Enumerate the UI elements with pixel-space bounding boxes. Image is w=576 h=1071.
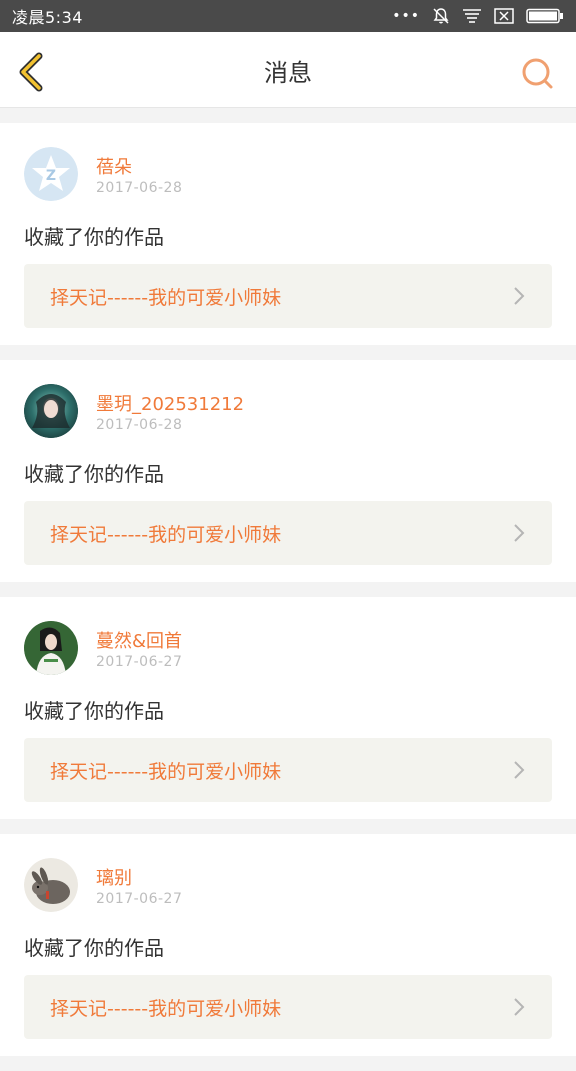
message-card: Z 蓓朵 2017-06-28 收藏了你的作品 择天记------我的可爱小师妹 bbox=[0, 123, 576, 345]
chevron-right-icon bbox=[512, 285, 526, 307]
qq-default-avatar-icon: Z bbox=[24, 147, 78, 201]
message-card: 璃别 2017-06-27 收藏了你的作品 择天记------我的可爱小师妹 bbox=[0, 834, 576, 1056]
work-title: 择天记------我的可爱小师妹 bbox=[50, 997, 282, 1020]
username[interactable]: 蔓然&回首 bbox=[96, 627, 182, 653]
status-time: 凌晨5:34 bbox=[12, 8, 83, 27]
photo-avatar-girl-teal-icon bbox=[24, 384, 78, 438]
username[interactable]: 蓓朵 bbox=[96, 153, 132, 179]
action-text: 收藏了你的作品 bbox=[24, 462, 164, 486]
svg-text:Z: Z bbox=[46, 168, 56, 184]
signal-dots: ••• bbox=[392, 8, 420, 24]
status-bar: 凌晨5:34 ••• bbox=[0, 0, 576, 32]
back-button[interactable] bbox=[14, 52, 50, 96]
work-title: 择天记------我的可爱小师妹 bbox=[50, 523, 282, 546]
photo-avatar-girl-green-icon bbox=[24, 621, 78, 675]
battery-icon bbox=[526, 8, 564, 24]
notification-lines-icon bbox=[462, 8, 482, 24]
message-list: Z 蓓朵 2017-06-28 收藏了你的作品 择天记------我的可爱小师妹 bbox=[0, 123, 576, 1071]
photo-avatar-rabbit-icon bbox=[24, 858, 78, 912]
message-date: 2017-06-28 bbox=[96, 180, 183, 196]
chevron-left-icon bbox=[17, 52, 47, 96]
message-card: 墨玥_202531212 2017-06-28 收藏了你的作品 择天记-----… bbox=[0, 360, 576, 582]
app-header: 消息 bbox=[0, 32, 576, 108]
status-icons: ••• bbox=[392, 7, 564, 25]
avatar[interactable] bbox=[24, 621, 78, 675]
bell-muted-icon bbox=[432, 7, 450, 25]
message-date: 2017-06-28 bbox=[96, 417, 183, 433]
action-text: 收藏了你的作品 bbox=[24, 936, 164, 960]
avatar[interactable]: Z bbox=[24, 147, 78, 201]
action-text: 收藏了你的作品 bbox=[24, 699, 164, 723]
work-title: 择天记------我的可爱小师妹 bbox=[50, 286, 282, 309]
chevron-right-icon bbox=[512, 759, 526, 781]
search-icon bbox=[520, 58, 554, 94]
message-card: 蔓然&回首 2017-06-27 收藏了你的作品 择天记------我的可爱小师… bbox=[0, 597, 576, 819]
avatar[interactable] bbox=[24, 858, 78, 912]
message-date: 2017-06-27 bbox=[96, 891, 183, 907]
work-link[interactable]: 择天记------我的可爱小师妹 bbox=[24, 975, 552, 1039]
username[interactable]: 墨玥_202531212 bbox=[96, 390, 244, 416]
message-date: 2017-06-27 bbox=[96, 654, 183, 670]
page-title: 消息 bbox=[264, 58, 312, 87]
work-link[interactable]: 择天记------我的可爱小师妹 bbox=[24, 501, 552, 565]
chevron-right-icon bbox=[512, 522, 526, 544]
search-button[interactable] bbox=[520, 56, 554, 90]
action-text: 收藏了你的作品 bbox=[24, 225, 164, 249]
work-title: 择天记------我的可爱小师妹 bbox=[50, 760, 282, 783]
avatar[interactable] bbox=[24, 384, 78, 438]
username[interactable]: 璃别 bbox=[96, 864, 132, 890]
work-link[interactable]: 择天记------我的可爱小师妹 bbox=[24, 738, 552, 802]
chevron-right-icon bbox=[512, 996, 526, 1018]
screenshot-close-icon bbox=[494, 8, 514, 24]
work-link[interactable]: 择天记------我的可爱小师妹 bbox=[24, 264, 552, 328]
